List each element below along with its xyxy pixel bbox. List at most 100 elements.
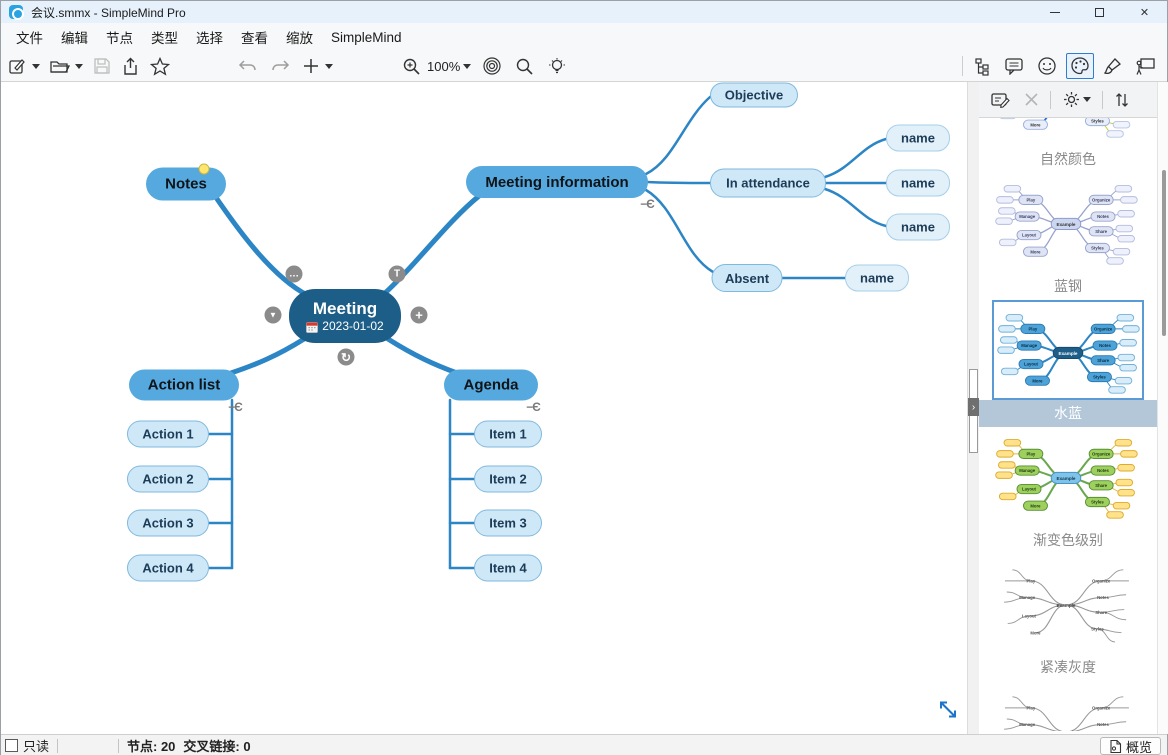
menu-item-6[interactable]: 缩放 [277, 23, 322, 51]
theme-preview[interactable]: PlayManageLayoutMoreOrganizeNotesShareSt… [992, 173, 1144, 273]
share-button[interactable] [119, 53, 142, 79]
more-options-handle[interactable]: … [286, 266, 303, 283]
svg-text:Layout: Layout [1024, 362, 1039, 367]
save-icon [93, 57, 111, 75]
overview-button[interactable]: 概览 [1100, 737, 1161, 755]
find-button[interactable] [512, 53, 537, 79]
notes-panel-button[interactable] [1001, 53, 1027, 79]
menu-item-4[interactable]: 选择 [187, 23, 232, 51]
format-painter-button[interactable] [1100, 53, 1126, 79]
theme-item-partial-5[interactable]: PlayManageLayoutMoreOrganizeNotesShareSt… [979, 681, 1157, 731]
node-meeting-center[interactable]: Meeting 2023-01-02 [289, 289, 401, 343]
theme-item-渐变色级别[interactable]: PlayManageLayoutMoreOrganizeNotesShareSt… [979, 427, 1157, 554]
svg-text:Example: Example [1057, 730, 1076, 731]
panel-collapse-arrow[interactable]: › [968, 398, 979, 416]
new-mindmap-dropdown[interactable] [32, 64, 40, 69]
node-name-2[interactable]: name [886, 170, 950, 197]
node-item-1[interactable]: Item 1 [474, 421, 542, 448]
redo-button[interactable] [267, 53, 293, 79]
expand-canvas-arrow[interactable] [937, 699, 959, 726]
minimize-button[interactable] [1032, 1, 1077, 23]
node-in-attendance[interactable]: In attendance [710, 169, 826, 198]
node-name-3[interactable]: name [886, 214, 950, 241]
theme-label[interactable]: 渐变色级别 [979, 527, 1157, 554]
rotate-layout-handle[interactable]: ↻ [338, 349, 355, 366]
node-notes[interactable]: Notes [146, 168, 226, 201]
panel-scrollbar[interactable] [1157, 82, 1168, 734]
center-map-button[interactable] [479, 53, 505, 79]
canvas-vertical-scrollbar[interactable]: › [967, 82, 979, 734]
menu-item-7[interactable]: SimpleMind [322, 26, 411, 49]
add-child-handle[interactable]: + [411, 307, 428, 324]
autofocus-button[interactable] [544, 53, 570, 79]
text-style-handle[interactable]: T [389, 266, 406, 283]
node-action-1[interactable]: Action 1 [127, 421, 209, 448]
node-item-4[interactable]: Item 4 [474, 555, 542, 582]
svg-text:Play: Play [1026, 579, 1035, 584]
theme-preview[interactable]: PlayManageLayoutMoreOrganizeNotesShareSt… [992, 427, 1144, 527]
node-action-3[interactable]: Action 3 [127, 510, 209, 537]
theme-item-紧凑灰度[interactable]: PlayManageLayoutMoreOrganizeNotesShareSt… [979, 554, 1157, 681]
theme-label[interactable]: 水蓝 [979, 400, 1157, 427]
menu-item-3[interactable]: 类型 [142, 23, 187, 51]
add-node-button[interactable] [299, 53, 323, 79]
readonly-checkbox[interactable] [5, 739, 18, 752]
fold-icon-meeting-info[interactable]: −Є [640, 197, 654, 211]
style-settings-button[interactable] [1059, 87, 1094, 113]
note-indicator-dot[interactable] [199, 164, 210, 175]
theme-label[interactable]: 蓝钢 [979, 273, 1157, 300]
node-item-2[interactable]: Item 2 [474, 466, 542, 493]
add-node-dropdown[interactable] [325, 64, 333, 69]
node-agenda[interactable]: Agenda [444, 370, 538, 401]
node-item-3[interactable]: Item 3 [474, 510, 542, 537]
theme-item-蓝钢[interactable]: PlayManageLayoutMoreOrganizeNotesShareSt… [979, 173, 1157, 300]
panel-scrollbar-thumb[interactable] [1162, 170, 1166, 336]
theme-preview[interactable]: PlayManageLayoutMoreOrganizeNotesShareSt… [992, 554, 1144, 654]
fold-icon-agenda[interactable]: −Є [526, 400, 540, 414]
undo-button[interactable] [235, 53, 261, 79]
theme-preview[interactable]: PlayManageLayoutMoreOrganizeNotesShareSt… [992, 300, 1144, 400]
presentation-button[interactable] [1132, 53, 1159, 79]
node-action-2[interactable]: Action 2 [127, 466, 209, 493]
emoji-panel-button[interactable] [1034, 53, 1060, 79]
menu-item-0[interactable]: 文件 [7, 23, 52, 51]
node-meeting-information[interactable]: Meeting information [466, 166, 648, 198]
maximize-button[interactable] [1077, 1, 1122, 23]
collapse-handle[interactable]: ▼ [265, 307, 282, 324]
theme-label[interactable]: 自然颜色 [979, 146, 1157, 173]
node-objective[interactable]: Objective [710, 83, 798, 108]
node-action-4[interactable]: Action 4 [127, 555, 209, 582]
center-node-title: Meeting [313, 298, 377, 319]
node-absent[interactable]: Absent [712, 264, 783, 292]
save-button[interactable] [90, 53, 114, 79]
new-mindmap-button[interactable] [5, 53, 30, 79]
zoom-button[interactable] [399, 53, 424, 79]
favorite-button[interactable] [147, 53, 173, 79]
zoom-dropdown[interactable] [463, 64, 471, 69]
theme-item-水蓝[interactable]: PlayManageLayoutMoreOrganizeNotesShareSt… [979, 300, 1157, 427]
node-name-1[interactable]: name [886, 125, 950, 152]
mindmap-canvas[interactable]: Notes Meeting information Action list Ag… [1, 82, 967, 734]
theme-label[interactable]: 紧凑灰度 [979, 654, 1157, 681]
node-action-list[interactable]: Action list [129, 370, 239, 401]
svg-text:Layout: Layout [1022, 614, 1037, 619]
svg-text:Styles: Styles [1091, 246, 1104, 251]
open-button[interactable] [46, 53, 73, 79]
theme-item-自然颜色[interactable]: PlayManageLayoutMoreOrganizeNotesShareSt… [979, 118, 1157, 173]
share-icon [122, 57, 139, 76]
zoom-level[interactable]: 100% [427, 59, 460, 74]
menu-item-5[interactable]: 查看 [232, 23, 277, 51]
open-dropdown[interactable] [75, 64, 83, 69]
outline-view-button[interactable] [971, 53, 994, 79]
menu-item-2[interactable]: 节点 [97, 23, 142, 51]
delete-style-button[interactable] [1021, 87, 1042, 113]
theme-preview[interactable]: PlayManageLayoutMoreOrganizeNotesShareSt… [992, 118, 1144, 146]
theme-preview[interactable]: PlayManageLayoutMoreOrganizeNotesShareSt… [992, 681, 1144, 731]
close-button[interactable]: ✕ [1122, 1, 1167, 23]
menu-item-1[interactable]: 编辑 [52, 23, 97, 51]
edit-style-button[interactable] [987, 87, 1013, 113]
style-panel-button[interactable] [1066, 53, 1094, 79]
sort-styles-button[interactable] [1111, 87, 1133, 113]
node-name-4[interactable]: name [845, 265, 909, 292]
fold-icon-action-list[interactable]: −Є [228, 400, 242, 414]
